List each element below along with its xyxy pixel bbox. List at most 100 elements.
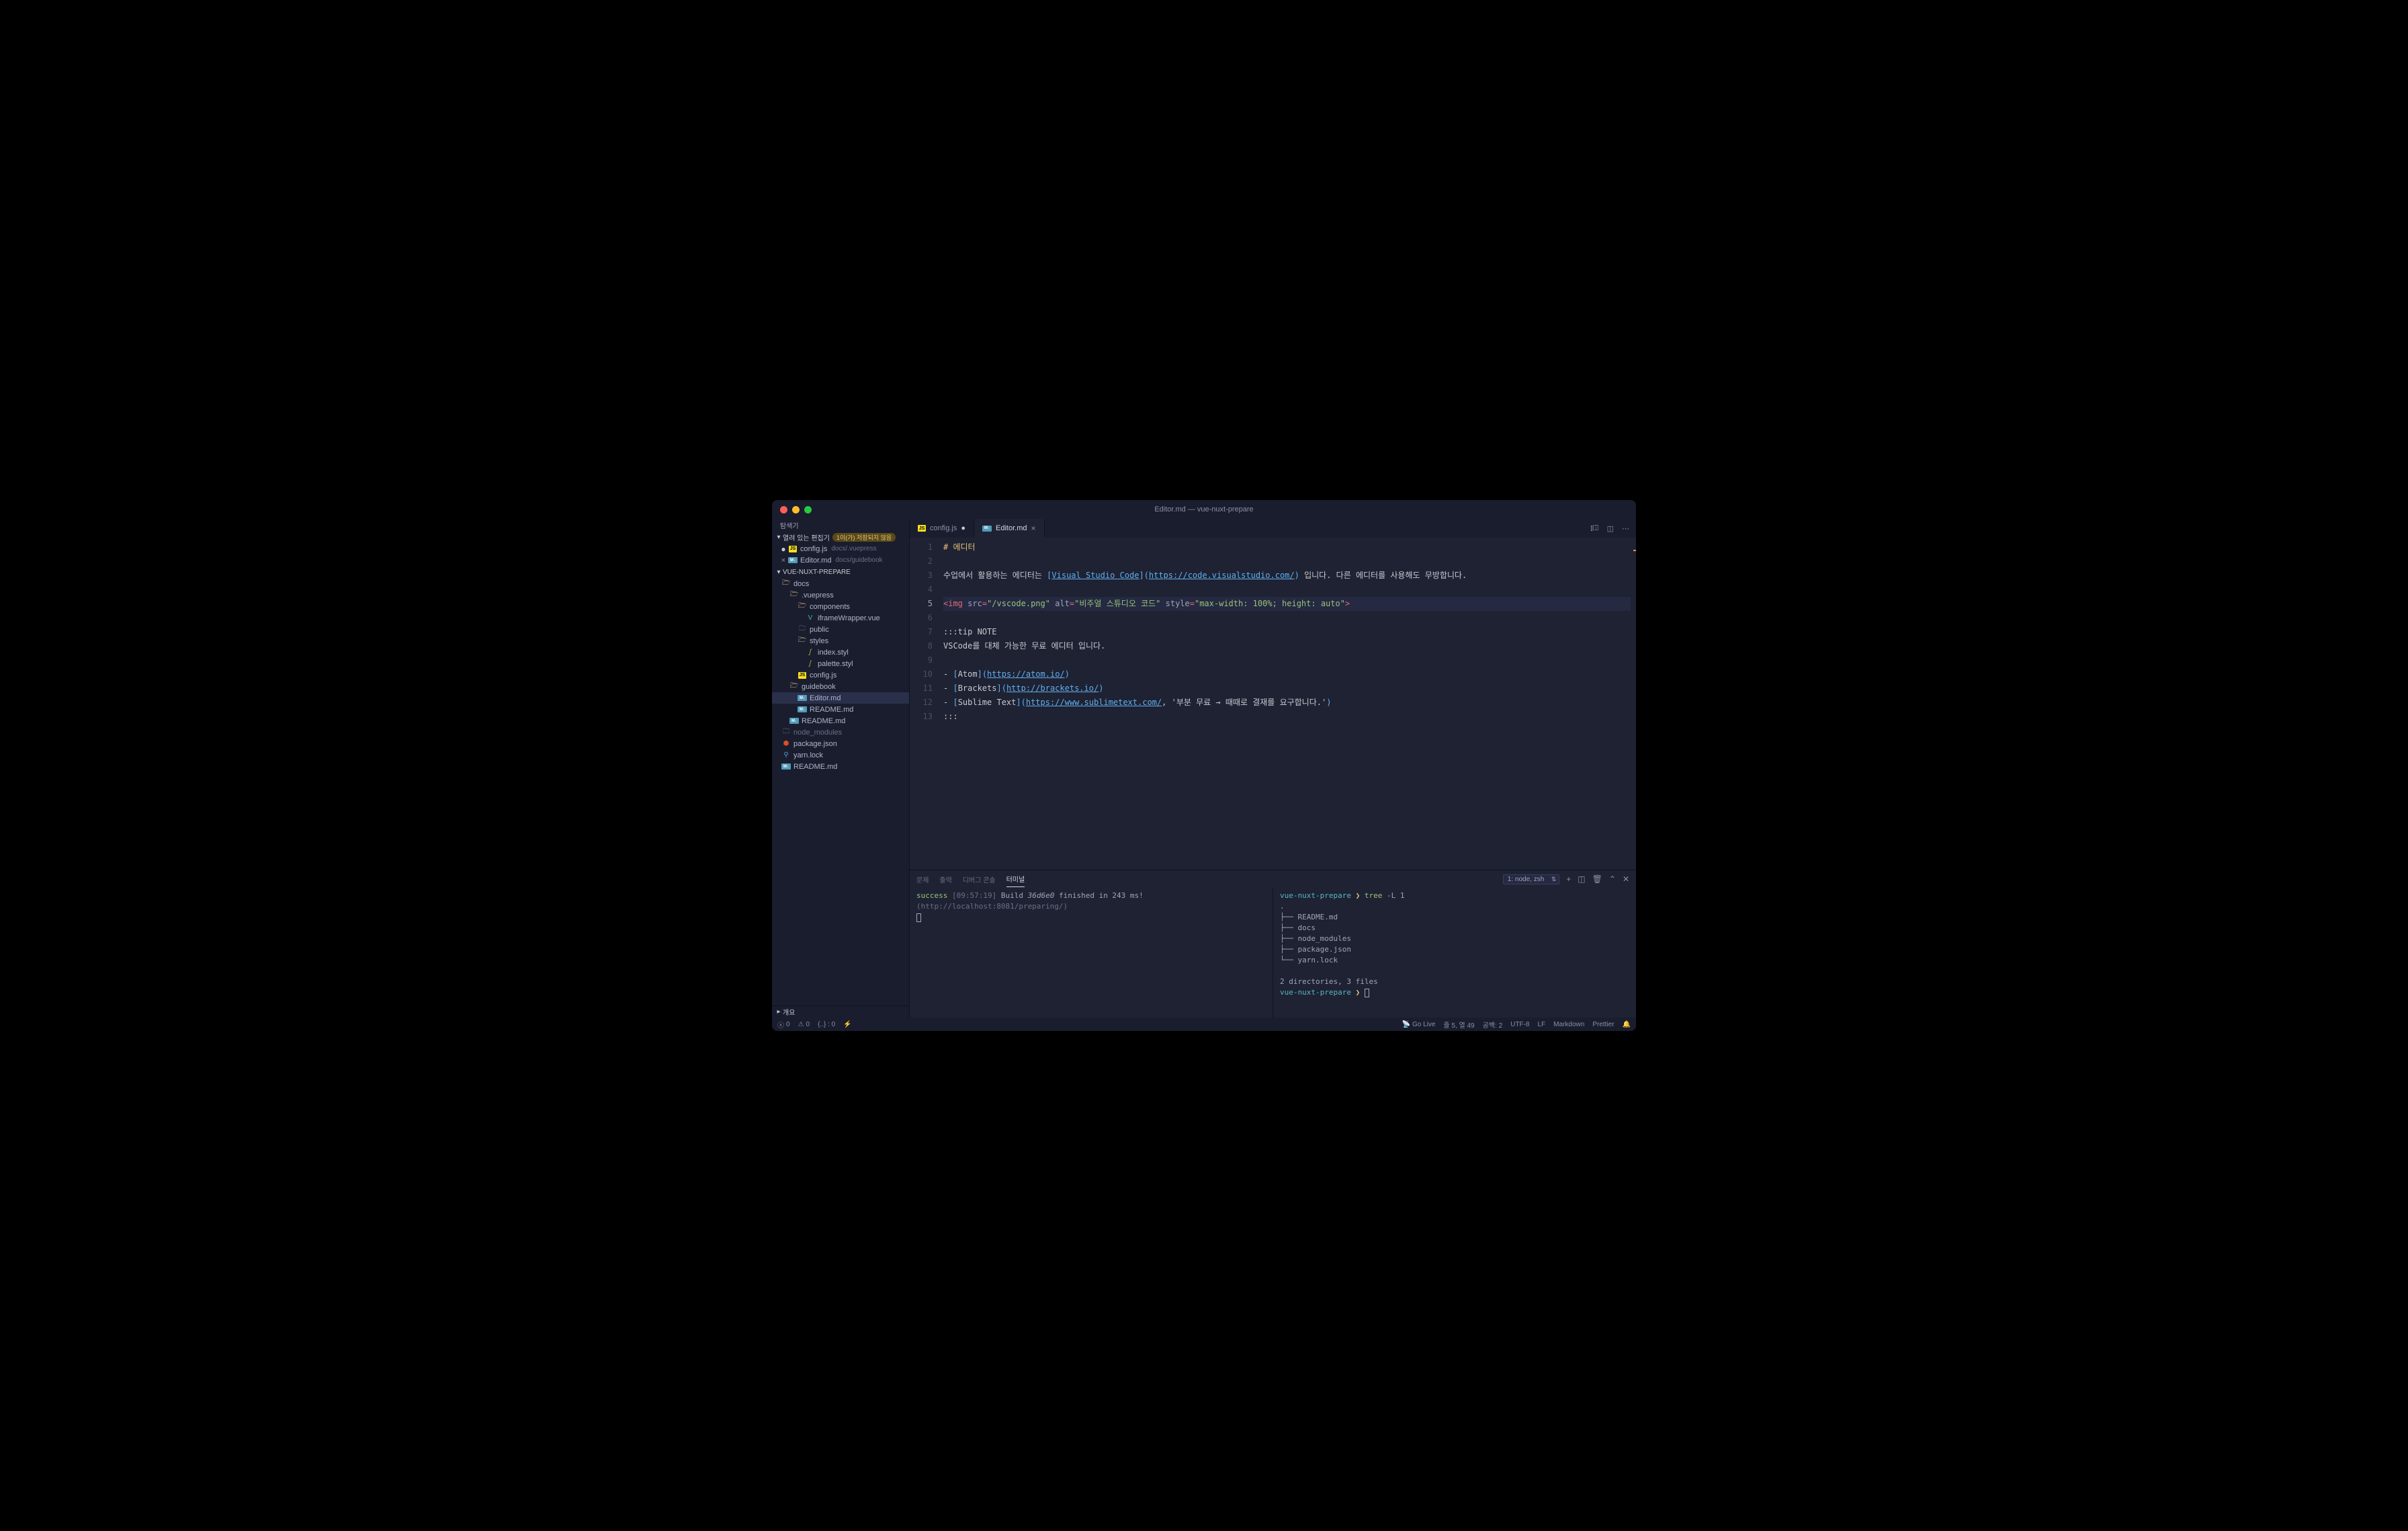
chevron-down-icon: ▾: [775, 569, 783, 576]
tree-file-readme3[interactable]: M↓ README.md: [772, 761, 909, 772]
folder-open-icon: 🗁: [798, 602, 807, 612]
split-editor-icon[interactable]: ◫: [1607, 524, 1614, 533]
md-file-icon: M↓: [798, 706, 807, 712]
tree-folder-public[interactable]: 🗀 public: [772, 624, 909, 635]
explorer-sidebar: 탐색기 ▾ 열려 있는 편집기 1이(가) 저장되지 않음 ● JS confi…: [772, 519, 910, 1018]
close-editor-icon[interactable]: ×: [779, 556, 788, 565]
titlebar: Editor.md — vue-nuxt-prepare: [772, 500, 1636, 519]
status-prettier[interactable]: Prettier: [1592, 1021, 1614, 1028]
open-editor-path: docs/guidebook: [835, 556, 882, 564]
editor-main: JS config.js ● M↓ Editor.md × ⫾◫ ◫ ⋯ 123…: [910, 519, 1636, 1018]
project-section[interactable]: ▾ VUE-NUXT-PREPARE: [772, 566, 909, 578]
window-close-button[interactable]: [780, 506, 787, 513]
status-brackets[interactable]: {..} : 0: [818, 1021, 835, 1028]
tab-editormd[interactable]: M↓ Editor.md ×: [974, 519, 1044, 538]
tree-file-indexstyl[interactable]: ʃ index.styl: [772, 647, 909, 658]
open-editor-path: docs/.vuepress: [831, 545, 876, 552]
project-name: VUE-NUXT-PREPARE: [783, 569, 851, 576]
md-file-icon: M↓: [789, 718, 799, 724]
explorer-header: 탐색기: [772, 519, 909, 531]
status-errors[interactable]: ⓧ0: [777, 1020, 790, 1030]
folder-open-icon: 🗁: [789, 682, 799, 692]
terminal-pane-left[interactable]: success [09:57:19] Build 36d6e0 finished…: [910, 888, 1273, 1018]
unsaved-badge: 1이(가) 저장되지 않음: [832, 533, 896, 542]
open-editors-section[interactable]: ▾ 열려 있는 편집기 1이(가) 저장되지 않음: [772, 531, 909, 543]
line-gutter: 12345678910111213: [910, 538, 943, 870]
status-language[interactable]: Markdown: [1553, 1021, 1584, 1028]
terminal-selector[interactable]: 1: node, zsh: [1503, 874, 1559, 884]
tree-folder-docs[interactable]: 🗁 docs: [772, 578, 909, 589]
status-golive[interactable]: 📡Go Live: [1402, 1021, 1436, 1028]
folder-open-icon: 🗁: [798, 636, 807, 646]
modified-dot-icon: ●: [779, 544, 788, 554]
tree-folder-styles[interactable]: 🗁 styles: [772, 635, 909, 647]
tree-folder-nodemodules[interactable]: 🗀 node_modules: [772, 727, 909, 738]
folder-icon: 🗀: [798, 625, 807, 634]
maximize-panel-icon[interactable]: ⌃: [1609, 874, 1616, 884]
status-encoding[interactable]: UTF-8: [1510, 1021, 1529, 1028]
tree-file-packagejson[interactable]: ⬢ package.json: [772, 738, 909, 749]
broadcast-icon: 📡: [1402, 1021, 1410, 1028]
terminal-pane-right[interactable]: vue-nuxt-prepare ❯ tree -L 1 .├── README…: [1273, 888, 1636, 1018]
window-maximize-button[interactable]: [804, 506, 812, 513]
yarn-file-icon: ⚲: [781, 751, 791, 760]
window-minimize-button[interactable]: [792, 506, 800, 513]
status-eol[interactable]: LF: [1538, 1021, 1546, 1028]
status-warnings[interactable]: ⚠0: [798, 1021, 810, 1028]
md-file-icon: M↓: [788, 557, 798, 563]
preview-icon[interactable]: ⫾◫: [1590, 524, 1598, 533]
split-terminal-icon[interactable]: ◫: [1578, 874, 1585, 884]
status-spaces[interactable]: 공백: 2: [1483, 1020, 1503, 1030]
md-file-icon: M↓: [798, 695, 807, 701]
new-terminal-icon[interactable]: +: [1566, 874, 1571, 884]
code-content[interactable]: # 에디터수업에서 활용하는 에디터는 [Visual Studio Code]…: [943, 538, 1631, 870]
tree-folder-vuepress[interactable]: 🗁 .vuepress: [772, 589, 909, 601]
bottom-panel: 문제 출력 디버그 콘솔 터미널 1: node, zsh + ◫ 🗑 ⌃ ✕: [910, 870, 1636, 1018]
open-editor-name: config.js: [800, 545, 827, 553]
tab-config[interactable]: JS config.js ●: [910, 519, 974, 538]
close-tab-icon[interactable]: ×: [1031, 524, 1035, 533]
open-editors-label: 열려 있는 편집기: [783, 532, 830, 542]
open-editor-editormd[interactable]: × M↓ Editor.md docs/guidebook: [772, 554, 909, 566]
panel-tab-output[interactable]: 출력: [939, 872, 951, 887]
vue-file-icon: V: [806, 614, 815, 623]
folder-open-icon: 🗁: [781, 579, 791, 589]
panel-tab-terminal[interactable]: 터미널: [1006, 871, 1025, 887]
kill-terminal-icon[interactable]: 🗑: [1592, 874, 1602, 884]
folder-open-icon: 🗁: [789, 591, 799, 600]
status-cursor[interactable]: 줄 5, 열 49: [1443, 1020, 1474, 1030]
status-bell-icon[interactable]: 🔔: [1623, 1021, 1631, 1028]
open-editor-name: Editor.md: [800, 556, 831, 565]
folder-icon: 🗀: [781, 728, 791, 737]
tree-file-iframe[interactable]: V iframeWrapper.vue: [772, 612, 909, 624]
outline-label: 개요: [783, 1007, 795, 1017]
tree-folder-guidebook[interactable]: 🗁 guidebook: [772, 681, 909, 692]
tree-file-yarnlock[interactable]: ⚲ yarn.lock: [772, 749, 909, 761]
open-editor-config[interactable]: ● JS config.js docs/.vuepress: [772, 543, 909, 554]
tree-file-readme2[interactable]: M↓ README.md: [772, 715, 909, 727]
tree-file-config[interactable]: JS config.js: [772, 669, 909, 681]
tree-folder-components[interactable]: 🗁 components: [772, 601, 909, 612]
js-file-icon: JS: [789, 546, 797, 552]
editor-area[interactable]: 12345678910111213 # 에디터수업에서 활용하는 에디터는 [V…: [910, 538, 1636, 870]
tree-file-palettestyl[interactable]: ʃ palette.styl: [772, 658, 909, 669]
md-file-icon: M↓: [982, 526, 992, 532]
tree-file-editormd[interactable]: M↓ Editor.md: [772, 692, 909, 704]
outline-section[interactable]: ▸ 개요: [772, 1005, 909, 1018]
warning-icon: ⚠: [798, 1021, 804, 1028]
more-actions-icon[interactable]: ⋯: [1622, 524, 1629, 533]
window-title: Editor.md — vue-nuxt-prepare: [1154, 505, 1253, 513]
terminal-body[interactable]: success [09:57:19] Build 36d6e0 finished…: [910, 888, 1636, 1018]
close-panel-icon[interactable]: ✕: [1623, 874, 1629, 884]
js-file-icon: JS: [918, 525, 926, 532]
tab-bar: JS config.js ● M↓ Editor.md × ⫾◫ ◫ ⋯: [910, 519, 1636, 538]
panel-tab-debug[interactable]: 디버그 콘솔: [963, 872, 996, 887]
tree-file-readme1[interactable]: M↓ README.md: [772, 704, 909, 715]
panel-tab-problems[interactable]: 문제: [916, 872, 929, 887]
panel-tabs: 문제 출력 디버그 콘솔 터미널 1: node, zsh + ◫ 🗑 ⌃ ✕: [910, 870, 1636, 888]
minimap[interactable]: [1631, 538, 1636, 870]
stylus-file-icon: ʃ: [806, 659, 815, 669]
chevron-right-icon: ▸: [775, 1008, 783, 1016]
status-bolt-icon[interactable]: ⚡: [843, 1021, 851, 1028]
minimap-marker: [1633, 550, 1636, 551]
